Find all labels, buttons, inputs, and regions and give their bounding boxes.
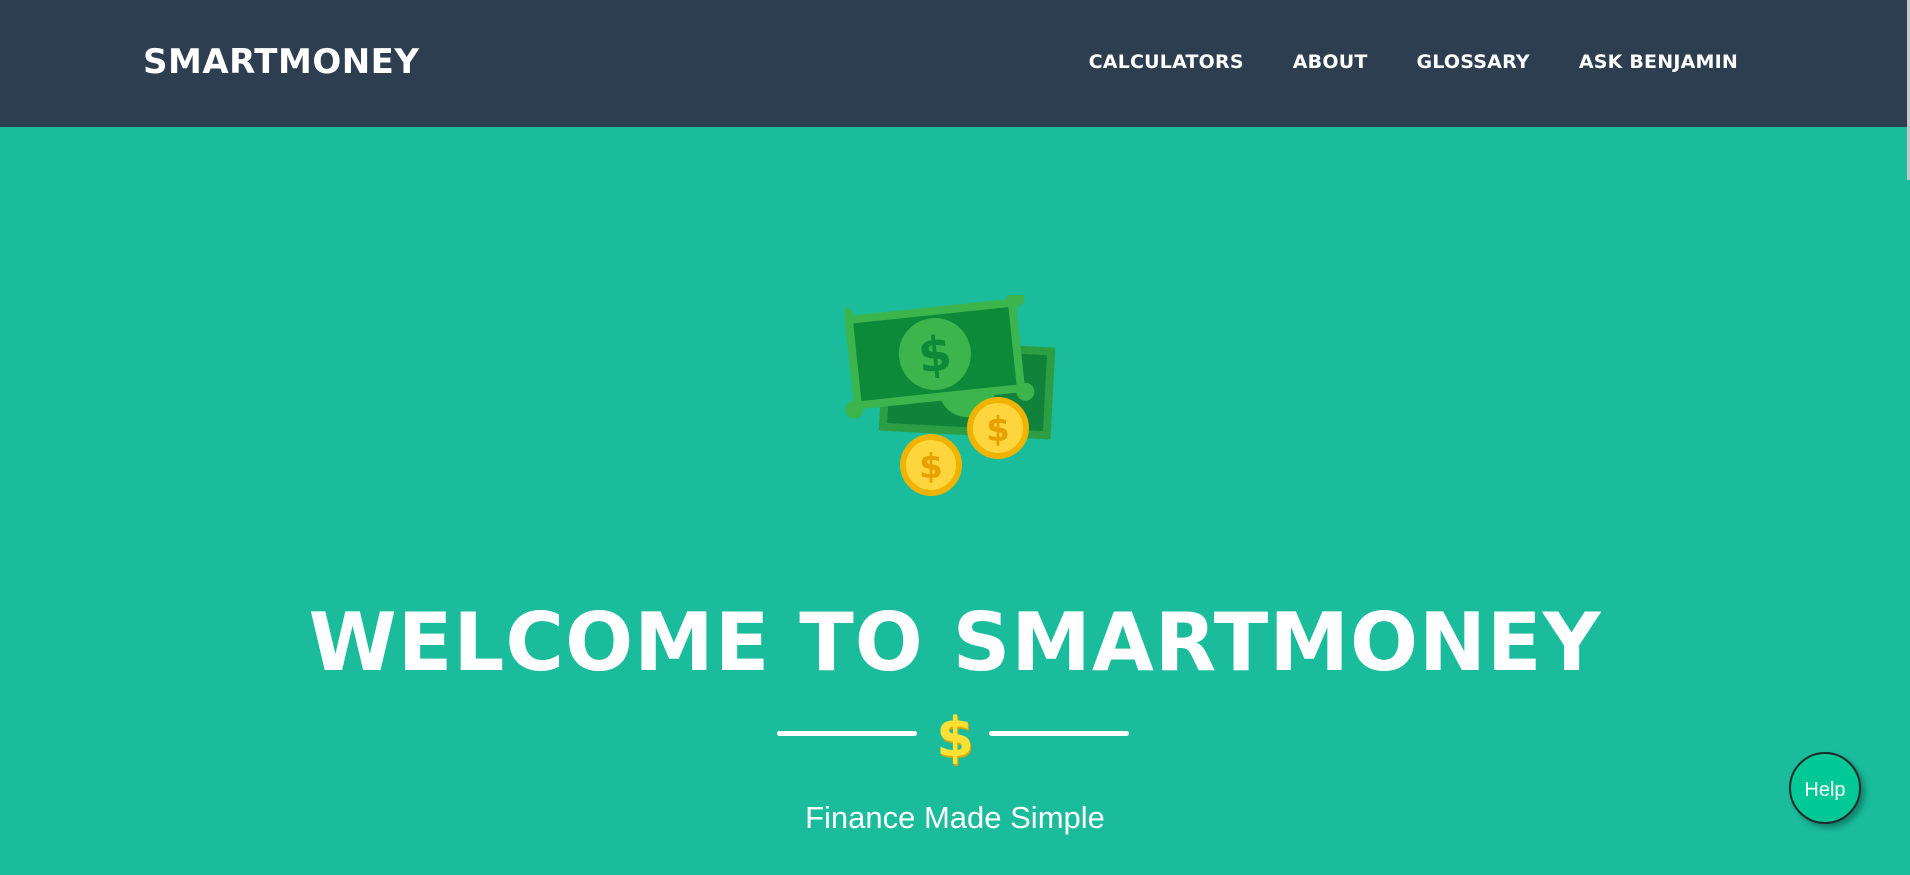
dollar-icon: $ bbox=[936, 706, 974, 769]
navbar: SMARTMONEY CALCULATORS ABOUT GLOSSARY AS… bbox=[0, 0, 1910, 127]
svg-text:$: $ bbox=[986, 410, 1010, 450]
svg-text:$: $ bbox=[919, 447, 943, 487]
money-bills-coins-icon: $ $ $ bbox=[835, 289, 1067, 500]
divider-line-right bbox=[989, 731, 1129, 736]
nav-link-glossary[interactable]: GLOSSARY bbox=[1416, 49, 1529, 75]
help-button[interactable]: Help bbox=[1789, 752, 1861, 824]
divider-line-left bbox=[777, 731, 917, 736]
brand-logo[interactable]: SMARTMONEY bbox=[143, 40, 420, 84]
nav-link-ask-benjamin[interactable]: ASK BENJAMIN bbox=[1579, 49, 1738, 75]
nav-link-calculators[interactable]: CALCULATORS bbox=[1089, 49, 1244, 75]
svg-text:$: $ bbox=[915, 325, 954, 384]
nav-link-about[interactable]: ABOUT bbox=[1293, 49, 1368, 75]
hero-subtitle: Finance Made Simple bbox=[805, 800, 1105, 835]
hero-title: WELCOME TO SMARTMONEY bbox=[308, 596, 1602, 689]
hero-divider: $ bbox=[0, 708, 1910, 768]
nav-links: CALCULATORS ABOUT GLOSSARY ASK BENJAMIN bbox=[1089, 49, 1738, 75]
